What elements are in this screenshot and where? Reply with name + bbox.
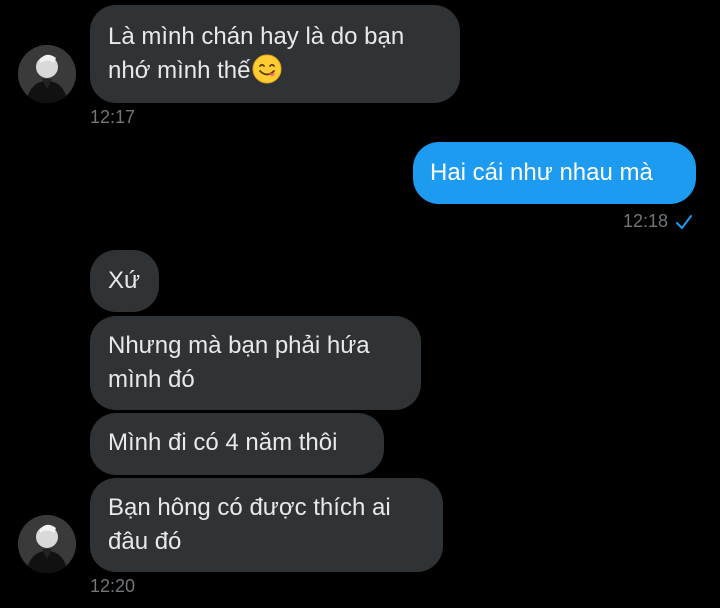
check-icon	[676, 215, 692, 229]
incoming-message[interactable]: Nhưng mà bạn phải hứa mình đó	[90, 316, 421, 410]
message-text: Hai cái như nhau mà	[430, 159, 653, 186]
avatar-photo	[18, 515, 76, 573]
incoming-message[interactable]: Xứ	[90, 250, 159, 312]
message-line: Bạn hông có được thích ai	[108, 494, 391, 521]
message-line: Là mình chán hay là do bạn	[108, 23, 405, 50]
message-text: Mình đi có 4 năm thôi	[108, 429, 338, 456]
message-line: đâu đó	[108, 528, 182, 555]
message-text: Xứ	[108, 267, 141, 294]
message-timestamp: 12:17	[90, 107, 136, 127]
contact-avatar[interactable]	[18, 515, 76, 573]
message-line: Nhưng mà bạn phải hứa	[108, 332, 370, 359]
message-line: nhớ mình thế	[108, 57, 251, 84]
message-line: mình đó	[108, 366, 195, 393]
incoming-message[interactable]: Mình đi có 4 năm thôi	[90, 413, 384, 475]
outgoing-message[interactable]: Hai cái như nhau mà	[413, 142, 696, 204]
message-timestamp: 12:18	[623, 211, 669, 231]
message-timestamp: 12:20	[90, 576, 136, 596]
avatar-photo	[18, 45, 76, 103]
contact-avatar[interactable]	[18, 45, 76, 103]
incoming-message[interactable]: Là mình chán hay là do bạn nhớ mình thế	[90, 5, 460, 103]
savoring-face-emoji	[252, 54, 282, 84]
message-line-with-emoji: nhớ mình thế	[108, 54, 442, 88]
incoming-message[interactable]: Bạn hông có được thích ai đâu đó	[90, 478, 443, 572]
